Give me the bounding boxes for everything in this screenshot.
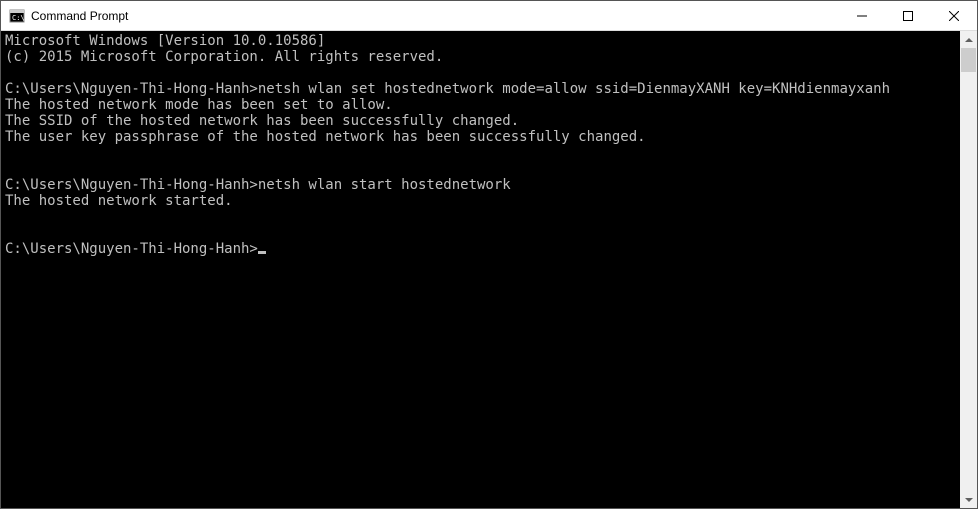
close-button[interactable] <box>931 1 977 30</box>
cursor <box>258 251 266 254</box>
scroll-up-arrow[interactable] <box>960 31 977 48</box>
console-area: Microsoft Windows [Version 10.0.10586] (… <box>1 31 977 508</box>
titlebar[interactable]: C:\ Command Prompt <box>1 1 977 31</box>
app-icon: C:\ <box>9 8 25 24</box>
scroll-thumb[interactable] <box>961 48 976 72</box>
window-title: Command Prompt <box>31 9 839 23</box>
scroll-down-arrow[interactable] <box>960 491 977 508</box>
maximize-button[interactable] <box>885 1 931 30</box>
terminal-output[interactable]: Microsoft Windows [Version 10.0.10586] (… <box>1 31 960 508</box>
scroll-track[interactable] <box>960 48 977 491</box>
window-controls <box>839 1 977 30</box>
vertical-scrollbar[interactable] <box>960 31 977 508</box>
minimize-button[interactable] <box>839 1 885 30</box>
svg-text:C:\: C:\ <box>12 14 25 22</box>
